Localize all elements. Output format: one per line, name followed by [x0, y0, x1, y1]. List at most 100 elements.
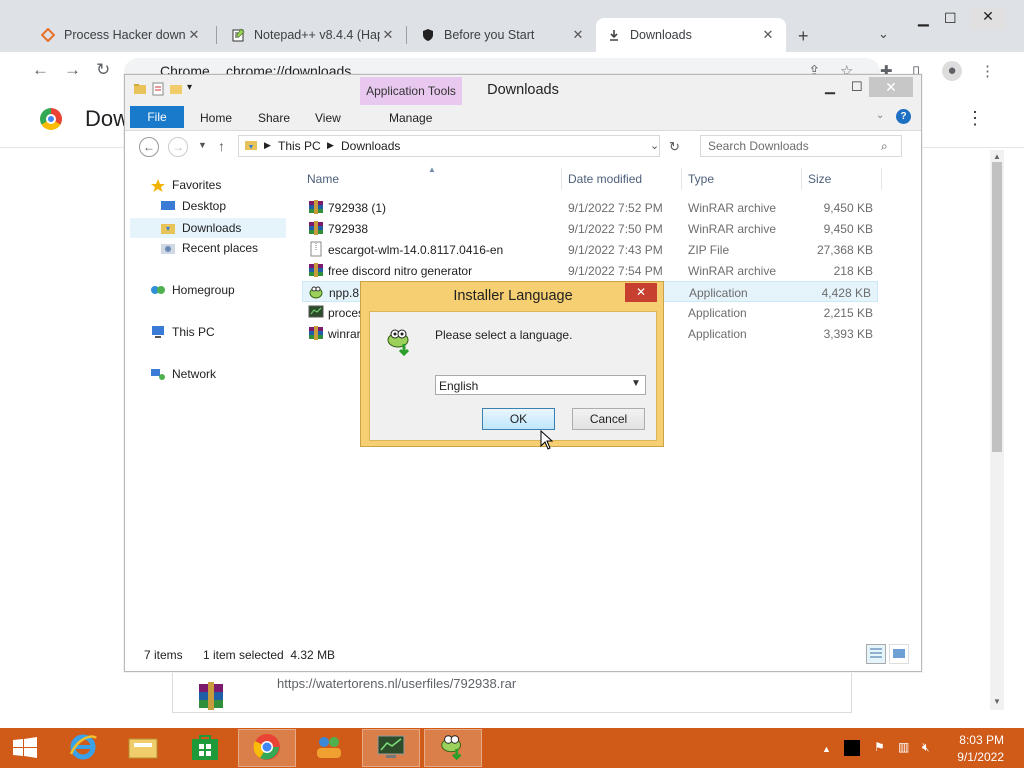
- taskbar-people[interactable]: [300, 729, 358, 767]
- tab-home[interactable]: Home: [200, 111, 232, 125]
- close-icon[interactable]: ✕: [869, 77, 913, 97]
- column-divider[interactable]: [681, 168, 682, 190]
- close-tab-icon[interactable]: ✕: [380, 27, 396, 43]
- scroll-up-icon[interactable]: ▲: [993, 152, 1001, 161]
- tab-share[interactable]: Share: [258, 111, 290, 125]
- tab-process-hacker[interactable]: Process Hacker downlo ✕: [30, 18, 212, 52]
- close-icon[interactable]: ✕: [970, 8, 1006, 30]
- column-header-date[interactable]: Date modified: [568, 172, 642, 186]
- close-tab-icon[interactable]: ✕: [570, 27, 586, 43]
- column-header-type[interactable]: Type: [688, 172, 714, 186]
- taskbar-process-hacker[interactable]: [362, 729, 420, 767]
- breadcrumb-separator: ▶: [264, 140, 271, 150]
- tab-manage[interactable]: Manage: [389, 111, 432, 125]
- refresh-icon[interactable]: ↻: [669, 139, 680, 155]
- tab-before-you-start[interactable]: Before you Start ✕: [410, 18, 596, 52]
- file-size: 218 KB: [833, 264, 873, 278]
- taskbar-file-explorer[interactable]: [114, 729, 172, 767]
- nav-downloads[interactable]: Downloads: [130, 218, 286, 238]
- maximize-icon[interactable]: ☐: [851, 79, 863, 95]
- app-tray-icon[interactable]: [844, 740, 860, 756]
- nav-recent-places[interactable]: Recent places: [160, 241, 258, 255]
- maximize-icon[interactable]: ☐: [944, 10, 957, 27]
- cancel-button[interactable]: Cancel: [572, 408, 645, 430]
- tab-title: Before you Start: [444, 28, 535, 42]
- download-icon: [606, 27, 622, 43]
- network-tray-icon[interactable]: ▥: [898, 740, 909, 754]
- close-tab-icon[interactable]: ✕: [186, 27, 202, 43]
- clock-date[interactable]: 9/1/2022: [946, 750, 1004, 764]
- minimize-icon[interactable]: ▁: [918, 10, 929, 27]
- expand-ribbon-icon[interactable]: ⌄: [876, 110, 884, 121]
- search-icon[interactable]: ⌕: [881, 139, 888, 154]
- ok-button[interactable]: OK: [482, 408, 555, 430]
- tab-notepadpp[interactable]: Notepad++ v8.4.4 (Hap ✕: [220, 18, 406, 52]
- file-row[interactable]: escargot-wlm-14.0.8117.0416-en 9/1/2022 …: [305, 239, 877, 260]
- people-icon: [314, 733, 344, 764]
- forward-icon[interactable]: →: [64, 60, 81, 80]
- search-placeholder: Search Downloads: [708, 139, 809, 153]
- column-divider[interactable]: [561, 168, 562, 190]
- more-icon[interactable]: ⋮: [966, 108, 984, 129]
- column-divider[interactable]: [881, 168, 882, 190]
- explorer-title: Downloads: [487, 82, 559, 98]
- homegroup-icon: [150, 283, 166, 297]
- file-row[interactable]: 792938 9/1/2022 7:50 PM WinRAR archive 9…: [305, 218, 877, 239]
- forward-icon[interactable]: →: [168, 137, 188, 157]
- new-tab-icon[interactable]: +: [798, 26, 809, 47]
- file-row[interactable]: free discord nitro generator 9/1/2022 7:…: [305, 260, 877, 281]
- taskbar-store[interactable]: [176, 729, 234, 767]
- up-icon[interactable]: ↑: [218, 138, 225, 154]
- menu-icon[interactable]: ⋮: [980, 62, 995, 80]
- scrollbar-thumb[interactable]: [992, 162, 1002, 452]
- file-type: Application: [688, 327, 747, 341]
- file-row[interactable]: 792938 (1) 9/1/2022 7:52 PM WinRAR archi…: [305, 197, 877, 218]
- nav-this-pc[interactable]: This PC: [150, 325, 215, 339]
- chevron-down-icon[interactable]: ⌄: [878, 26, 889, 42]
- show-hidden-icons-icon[interactable]: ▲: [822, 744, 831, 754]
- nav-desktop[interactable]: Desktop: [160, 199, 226, 213]
- nav-network[interactable]: Network: [150, 367, 216, 381]
- file-size: 3,393 KB: [823, 327, 873, 341]
- chevron-down-icon[interactable]: ⌄: [650, 139, 659, 152]
- flag-icon[interactable]: ⚑: [874, 740, 885, 754]
- taskbar-npp-installer[interactable]: [424, 729, 482, 767]
- minimize-icon[interactable]: ▁: [825, 79, 835, 95]
- nav-favorites[interactable]: Favorites: [150, 178, 221, 192]
- chevron-down-icon[interactable]: ▼: [631, 378, 641, 389]
- tab-view[interactable]: View: [315, 111, 341, 125]
- close-icon[interactable]: ✕: [625, 283, 657, 302]
- profile-icon[interactable]: ●: [942, 61, 962, 81]
- download-url[interactable]: https://watertorens.nl/userfiles/792938.…: [277, 676, 516, 691]
- file-type: WinRAR archive: [688, 201, 777, 215]
- file-date: 9/1/2022 7:50 PM: [568, 222, 663, 236]
- help-icon[interactable]: ?: [896, 109, 911, 124]
- breadcrumb-downloads[interactable]: Downloads: [341, 139, 400, 153]
- windows-start-icon[interactable]: [12, 737, 38, 759]
- scroll-down-icon[interactable]: ▼: [993, 697, 1001, 706]
- reload-icon[interactable]: ↻: [96, 60, 110, 80]
- column-divider[interactable]: [801, 168, 802, 190]
- nav-homegroup[interactable]: Homegroup: [150, 283, 235, 297]
- details-view-icon[interactable]: [866, 644, 886, 664]
- large-icons-view-icon[interactable]: [889, 644, 909, 664]
- close-tab-icon[interactable]: ✕: [760, 27, 776, 43]
- column-header-name[interactable]: Name: [307, 172, 339, 186]
- zip-file-icon: [308, 241, 324, 257]
- tab-downloads[interactable]: Downloads ✕: [596, 18, 786, 52]
- tab-file[interactable]: File: [130, 106, 184, 128]
- taskbar-chrome[interactable]: [238, 729, 296, 767]
- tab-divider: [216, 26, 217, 44]
- file-type: WinRAR archive: [688, 264, 777, 278]
- back-icon[interactable]: ←: [32, 60, 49, 80]
- file-size: 27,368 KB: [816, 243, 873, 257]
- taskbar-ie[interactable]: [54, 729, 112, 767]
- clock-time[interactable]: 8:03 PM: [956, 733, 1004, 747]
- nav-label: Homegroup: [172, 283, 235, 297]
- recent-locations-icon[interactable]: ▼: [198, 140, 207, 150]
- column-header-size[interactable]: Size: [808, 172, 831, 186]
- installer-icon: [384, 326, 416, 358]
- volume-muted-icon[interactable]: 🔇︎: [922, 740, 930, 755]
- back-icon[interactable]: ←: [139, 137, 159, 157]
- breadcrumb-this-pc[interactable]: This PC: [278, 139, 321, 153]
